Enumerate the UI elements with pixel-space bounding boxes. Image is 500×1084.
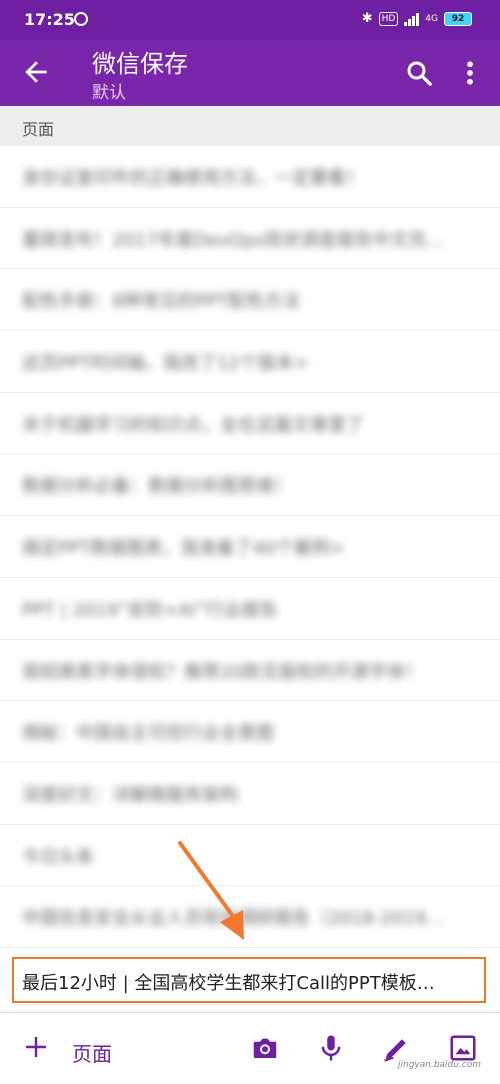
list-item-title: 这页PPT时间轴，我改了12个版本> — [22, 353, 309, 375]
list-item-title: 身份证复印件的正确使用方法，一定要看！ — [22, 168, 364, 189]
image-icon[interactable] — [448, 1033, 478, 1063]
list-item[interactable]: 搞定PPT数据图表，我准备了40个案例> — [0, 516, 500, 578]
list-item[interactable]: 中国信息安全从业人员现状调研报告（2018-2019… — [0, 886, 500, 948]
network-type: 4G — [425, 13, 438, 24]
add-icon[interactable] — [24, 1035, 48, 1059]
alarm-icon — [74, 12, 88, 26]
microphone-icon[interactable] — [316, 1033, 346, 1063]
list-item-title: 今日头条 — [22, 846, 94, 868]
list-item-title: 数据分析必备：数据分析图思维！ — [22, 476, 292, 498]
more-vert-icon[interactable] — [460, 58, 480, 88]
highlighted-list-item[interactable]: 最后12小时 | 全国高校学生都来打Call的PPT模板… — [12, 957, 486, 1003]
app-bar: 微信保存 默认 — [0, 40, 500, 106]
bottom-toolbar: 页面 — [0, 1012, 500, 1084]
status-time: 17:25 — [24, 10, 75, 29]
watermark: jingyan.baidu.com — [398, 1060, 482, 1070]
page-list: 身份证复印件的正确使用方法，一定要看！ 重磅发布！2017年度DevOps现状调… — [0, 146, 500, 948]
list-item[interactable]: 数据分析必备：数据分析图思维！ — [0, 454, 500, 517]
add-page-button[interactable]: 页面 — [72, 1038, 112, 1067]
list-item[interactable]: 重磅发布！2017年度DevOps现状调查报告中文完… — [0, 208, 500, 270]
battery-level: 92 — [451, 13, 465, 24]
status-icons: ✱ HD 4G 92 — [362, 11, 472, 26]
battery-icon: 92 — [444, 11, 472, 26]
page-title: 微信保存 — [92, 50, 188, 78]
status-bar: 17:25 ✱ HD 4G 92 — [0, 0, 500, 40]
list-item[interactable]: 深度好文：详解微服务架构 — [0, 763, 500, 825]
list-item-title: 揭秘：中国自主可控行业全景图 — [22, 723, 274, 745]
list-item[interactable]: PPT | 2019“安防+AI”行业报告 — [0, 578, 500, 640]
page-subtitle: 默认 — [92, 83, 126, 103]
signal-icon — [404, 12, 420, 26]
list-item-title: 深度好文：详解微服务架构 — [22, 784, 238, 806]
list-item-title: 配色手册：8种常见的PPT配色方法 — [22, 291, 301, 313]
bluetooth-icon: ✱ — [361, 11, 373, 26]
section-header: 页面 — [0, 106, 500, 146]
list-item-title: 搞定PPT数据图表，我准备了40个案例> — [22, 538, 345, 560]
search-icon[interactable] — [404, 58, 434, 88]
list-item[interactable]: 揭秘：中国自主可控行业全景图 — [0, 701, 500, 763]
section-label: 页面 — [22, 120, 55, 139]
list-item-title: PPT | 2019“安防+AI”行业报告 — [22, 599, 278, 621]
hd-badge: HD — [378, 11, 399, 26]
back-arrow-icon[interactable] — [20, 56, 52, 88]
list-item[interactable]: 身份证复印件的正确使用方法，一定要看！ — [0, 146, 500, 208]
list-item[interactable]: 今日头条 — [0, 825, 500, 887]
list-item[interactable]: 配色手册：8种常见的PPT配色方法 — [0, 269, 500, 332]
highlighted-item-title: 最后12小时 | 全国高校学生都来打Call的PPT模板… — [22, 973, 435, 994]
list-item-title: 重磅发布！2017年度DevOps现状调查报告中文完… — [22, 229, 445, 251]
list-item[interactable]: 这页PPT时间轴，我改了12个版本> — [0, 331, 500, 393]
list-item[interactable]: 我轻换黑字体侵权？推荐20款无版权的开源字体！ — [0, 640, 500, 702]
list-item-title: 我轻换黑字体侵权？推荐20款无版权的开源字体！ — [22, 661, 423, 683]
pen-icon[interactable] — [382, 1033, 412, 1063]
list-item-title: 中国信息安全从业人员现状调研报告（2018-2019… — [22, 908, 445, 930]
list-item[interactable]: 关于机器学习的知识点，全在这篇文章里了 — [0, 393, 500, 455]
camera-icon[interactable] — [250, 1033, 280, 1063]
list-item-title: 关于机器学习的知识点，全在这篇文章里了 — [22, 414, 364, 436]
